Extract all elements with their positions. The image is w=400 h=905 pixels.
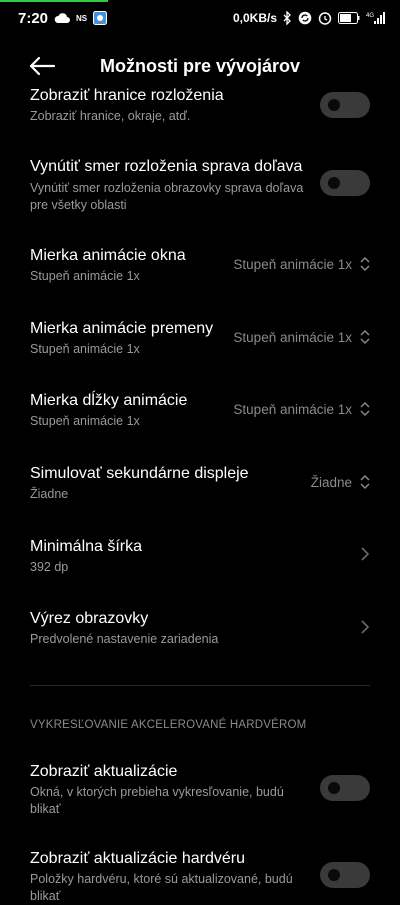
setting-animator-duration-scale[interactable]: Mierka dĺžky animácie Stupeň animácie 1x…: [0, 391, 400, 431]
setting-subtitle: Položky hardvéru, ktoré sú aktualizované…: [30, 872, 293, 903]
network-speed: 0,0KB/s: [232, 11, 277, 25]
setting-window-animation-scale[interactable]: Mierka animácie okna Stupeň animácie 1x …: [0, 246, 400, 286]
setting-subtitle: 392 dp: [30, 560, 69, 574]
setting-show-hardware-layer-updates[interactable]: Zobraziť aktualizácie hardvéru Položky h…: [0, 850, 400, 903]
setting-force-rtl[interactable]: Vynútiť smer rozloženia sprava doľava Vy…: [0, 158, 400, 218]
setting-subtitle: Predvolené nastavenie zariadenia: [30, 632, 219, 646]
setting-title: Vynútiť smer rozloženia sprava doľava: [30, 158, 303, 175]
setting-subtitle: Žiadne: [30, 487, 69, 501]
setting-subtitle: Vynútiť smer rozloženia obrazovky sprava…: [30, 181, 304, 212]
setting-subtitle: Zobraziť hranice, okraje, atď.: [30, 109, 191, 123]
toggle-switch[interactable]: [320, 775, 370, 801]
ns-badge: NS: [76, 13, 88, 23]
setting-title: Simulovať sekundárne displeje: [30, 465, 249, 482]
setting-display-cutout[interactable]: Výrez obrazovky Predvolené nastavenie za…: [0, 609, 400, 649]
setting-value: Stupeň animácie 1x: [233, 330, 352, 345]
app-notification-icon: [93, 11, 108, 25]
up-down-chevron-icon: [360, 329, 370, 345]
toggle-switch[interactable]: [320, 862, 370, 888]
app-bar-overlay: Možnosti pre vývojárov: [0, 44, 400, 88]
page-title-overlay: Možnosti pre vývojárov: [99, 56, 301, 76]
toggle-switch[interactable]: [320, 170, 370, 196]
setting-title: Minimálna šírka: [30, 538, 143, 555]
signal-icon: 4G: [366, 11, 386, 25]
setting-title: Mierka animácie premeny: [30, 320, 214, 337]
setting-title: Zobraziť aktualizácie: [30, 763, 178, 780]
setting-title: Mierka dĺžky animácie: [30, 392, 188, 409]
status-bar: 7:20 NS 0,0KB/s 4G: [0, 0, 400, 36]
setting-title: Mierka animácie okna: [30, 247, 186, 264]
setting-transition-animation-scale[interactable]: Mierka animácie premeny Stupeň animácie …: [0, 319, 400, 359]
setting-title: Zobraziť hranice rozloženia: [30, 87, 224, 104]
setting-value: Žiadne: [310, 475, 352, 490]
section-header: VYKRESĽOVANIE AKCELEROVANÉ HARDVÉROM: [30, 719, 307, 731]
section-divider: [30, 685, 370, 686]
svg-text:4G: 4G: [366, 13, 374, 19]
setting-title: Výrez obrazovky: [30, 610, 149, 627]
sync-icon: [298, 11, 312, 25]
battery-icon: [338, 12, 360, 24]
setting-subtitle: Okná, v ktorých prebieha vykresľovanie, …: [30, 785, 284, 816]
cloud-icon: [54, 12, 71, 24]
toggle-switch[interactable]: [320, 92, 370, 118]
setting-minimum-width[interactable]: Minimálna šírka 392 dp: [0, 537, 400, 577]
chevron-right-icon: [361, 620, 370, 634]
chevron-right-icon: [361, 547, 370, 561]
setting-title: Zobraziť aktualizácie hardvéru: [30, 850, 245, 867]
alarm-icon: [318, 11, 332, 25]
setting-value: Stupeň animácie 1x: [233, 257, 352, 272]
up-down-chevron-icon: [360, 256, 370, 272]
status-time: 7:20: [18, 9, 49, 27]
setting-value: Stupeň animácie 1x: [233, 402, 352, 417]
bluetooth-icon: [283, 11, 292, 25]
setting-show-surface-updates[interactable]: Zobraziť aktualizácie Okná, v ktorých pr…: [0, 763, 400, 823]
setting-show-layout-bounds[interactable]: Zobraziť hranice rozloženia Zobraziť hra…: [0, 84, 400, 134]
up-down-chevron-icon: [360, 401, 370, 417]
up-down-chevron-icon: [360, 474, 370, 490]
setting-simulate-secondary-displays[interactable]: Simulovať sekundárne displeje Žiadne Žia…: [0, 464, 400, 504]
